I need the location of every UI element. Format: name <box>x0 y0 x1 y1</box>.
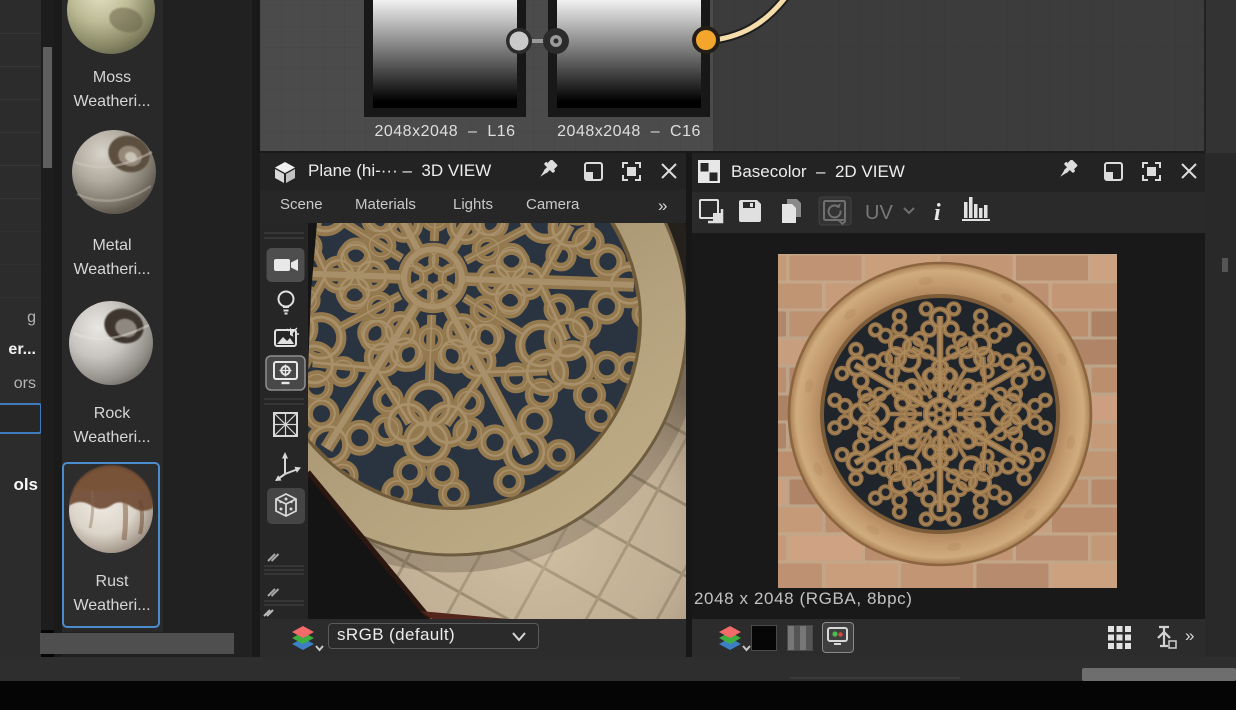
svg-text:i: i <box>934 200 941 226</box>
svg-text:UV: UV <box>865 202 893 224</box>
